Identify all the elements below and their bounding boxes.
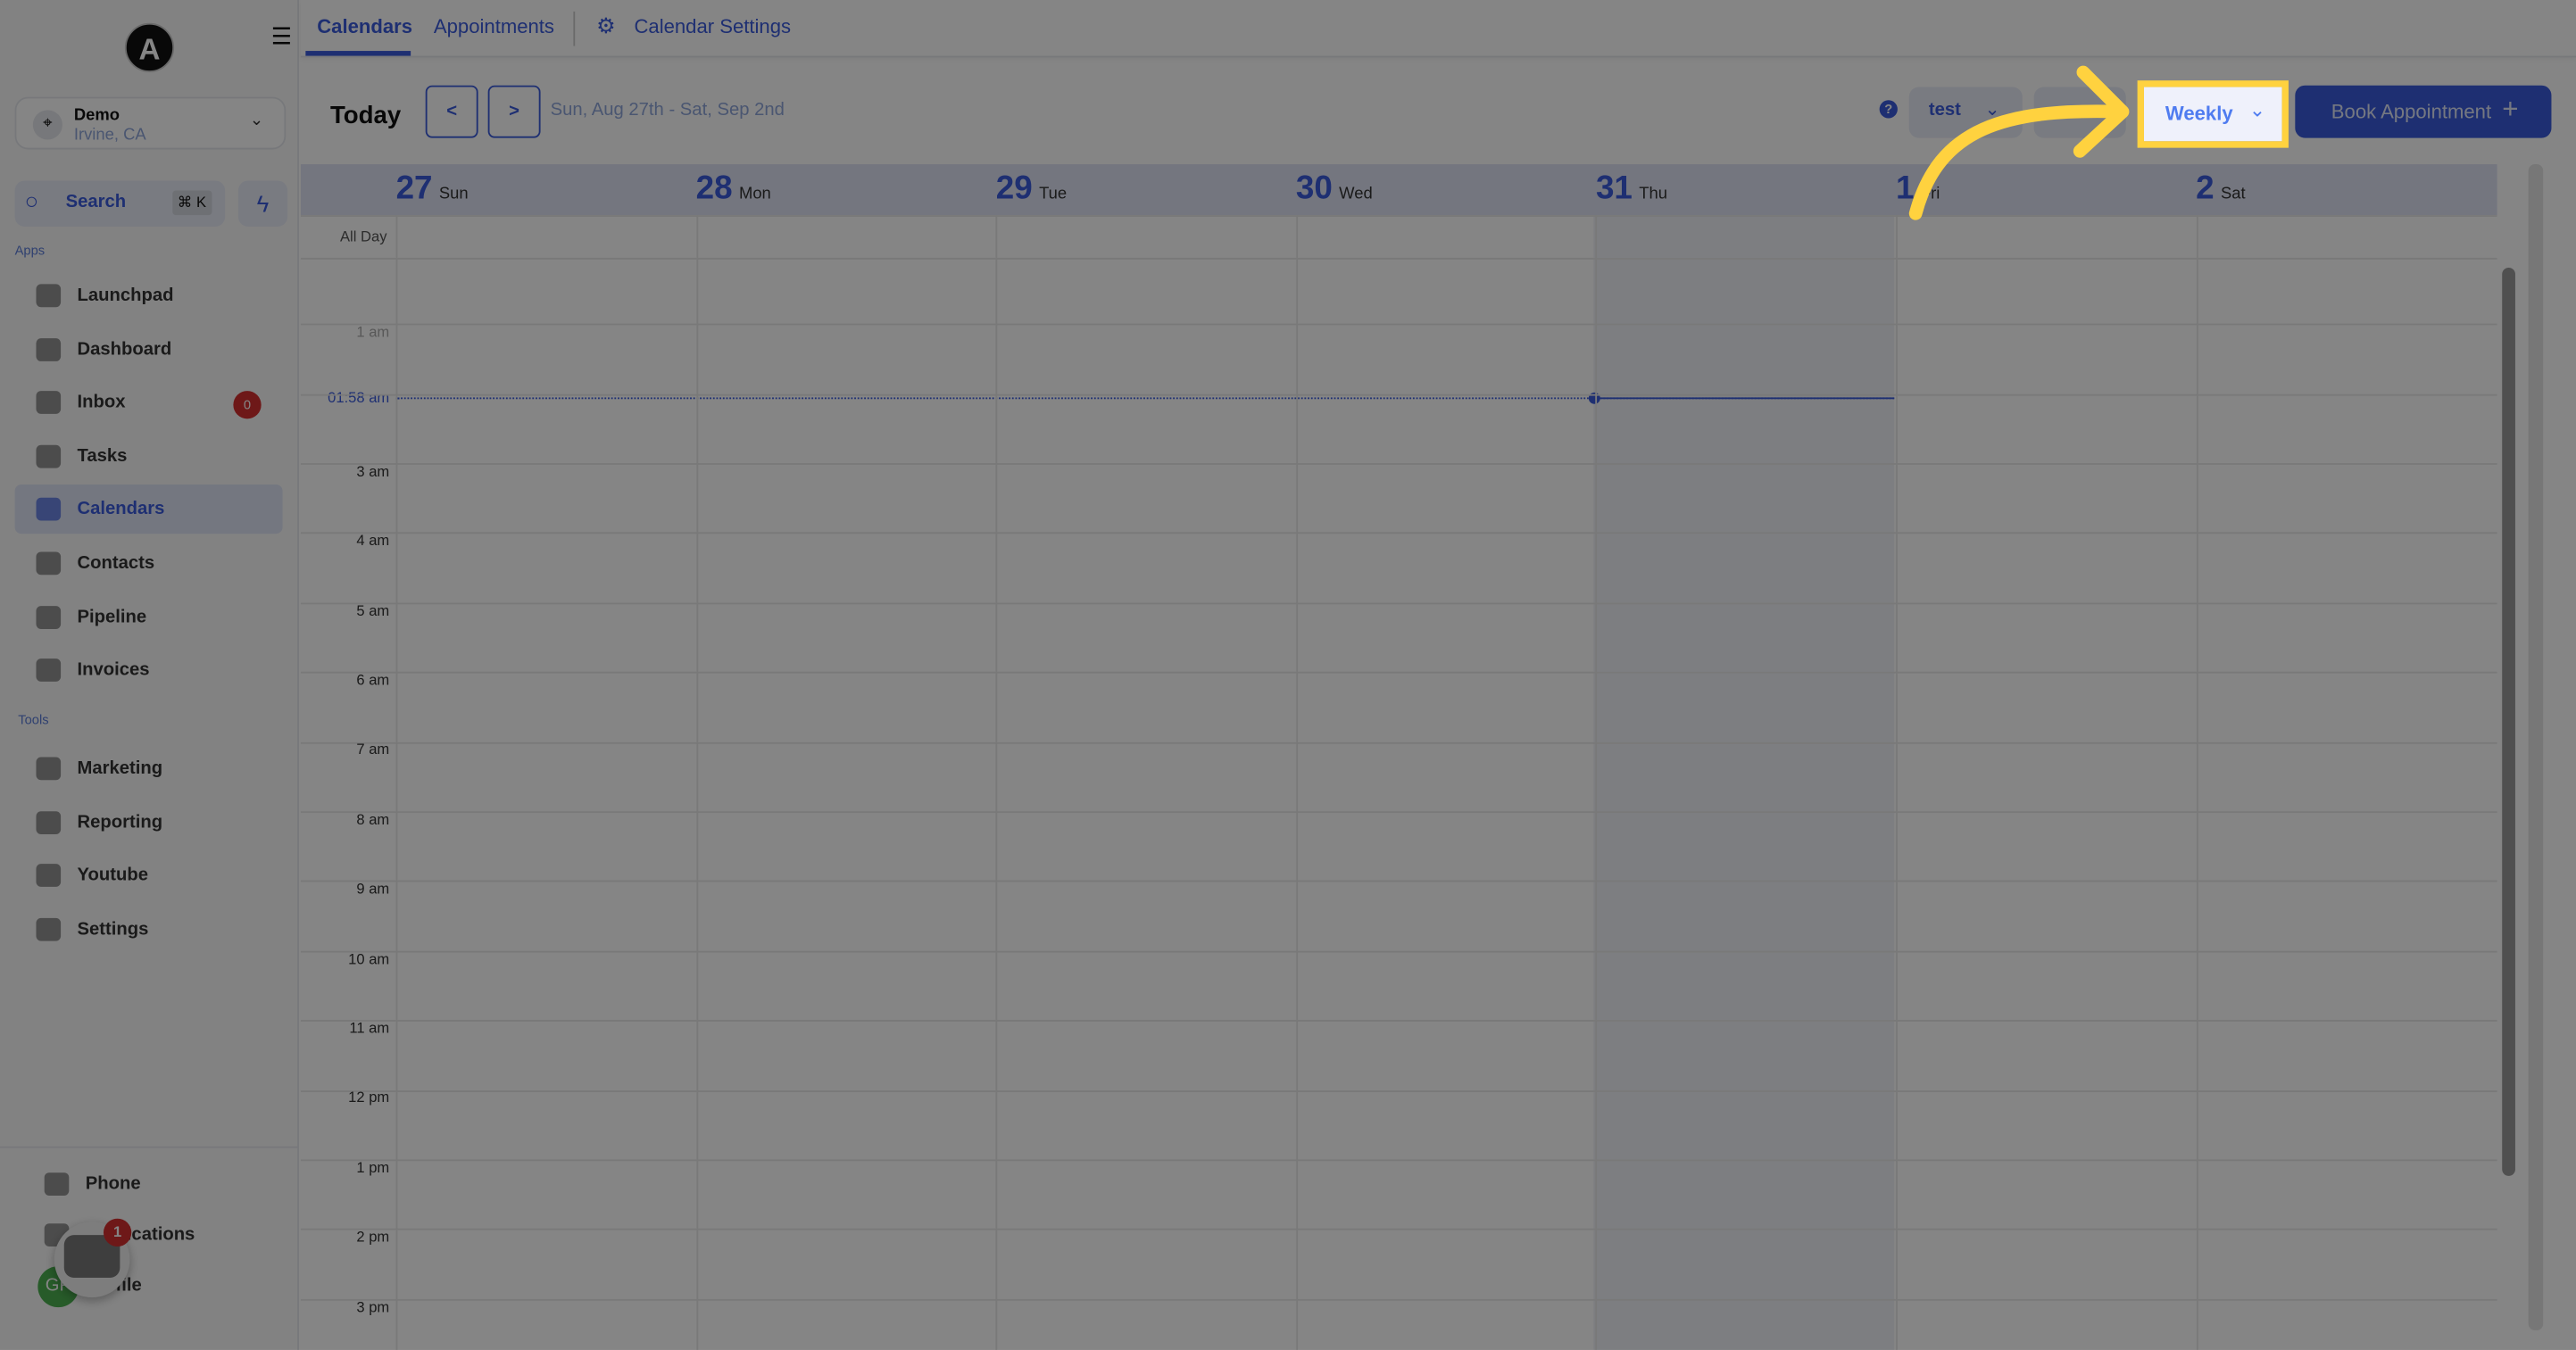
view-select-value: Weekly	[2165, 102, 2233, 125]
view-select-weekly[interactable]: Weekly ⌄	[2137, 80, 2289, 148]
highlight-arrow-icon	[1908, 65, 2130, 220]
chevron-down-icon: ⌄	[2248, 98, 2266, 122]
dim-overlay	[0, 0, 2576, 1350]
